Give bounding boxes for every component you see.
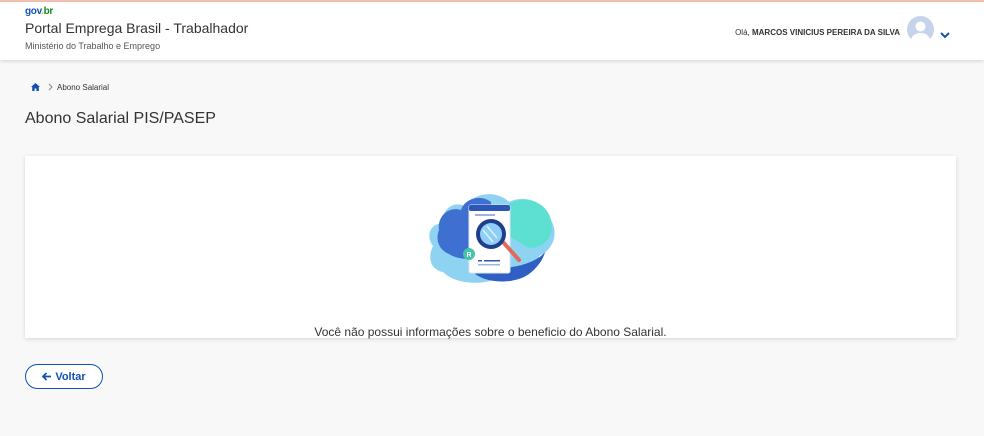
- svg-text:R: R: [466, 252, 471, 259]
- page-title: Abono Salarial PIS/PASEP: [25, 110, 216, 127]
- user-icon: [910, 21, 931, 43]
- back-button[interactable]: Voltar: [25, 364, 103, 389]
- arrow-left-icon: [42, 372, 52, 381]
- chevron-down-icon[interactable]: [940, 26, 950, 39]
- app-subtitle: Ministério do Trabalho e Emprego: [25, 41, 161, 51]
- govbr-logo[interactable]: gov.br: [25, 6, 53, 17]
- user-name: MARCOS VINICIUS PEREIRA DA SILVA: [751, 28, 900, 37]
- top-header: gov.br Portal Emprega Brasil - Trabalhad…: [0, 2, 984, 60]
- breadcrumb: Abono Salarial: [31, 78, 109, 96]
- breadcrumb-item-abono-salarial: Abono Salarial: [57, 82, 110, 92]
- app-title: Portal Emprega Brasil - Trabalhador: [25, 20, 249, 36]
- document-search-illustration: R: [425, 188, 557, 293]
- chevron-right-icon: [48, 78, 53, 96]
- user-greeting: Olá, MARCOS VINICIUS PEREIRA DA SILVA: [735, 28, 900, 37]
- home-icon[interactable]: [31, 78, 40, 96]
- content-card: R Você não possui informações sobre o be…: [25, 156, 956, 339]
- empty-state-message: Você não possui informações sobre o bene…: [314, 325, 667, 339]
- back-button-label: Voltar: [55, 370, 86, 383]
- greeting-prefix: Olá,: [735, 28, 750, 37]
- avatar[interactable]: [907, 16, 934, 43]
